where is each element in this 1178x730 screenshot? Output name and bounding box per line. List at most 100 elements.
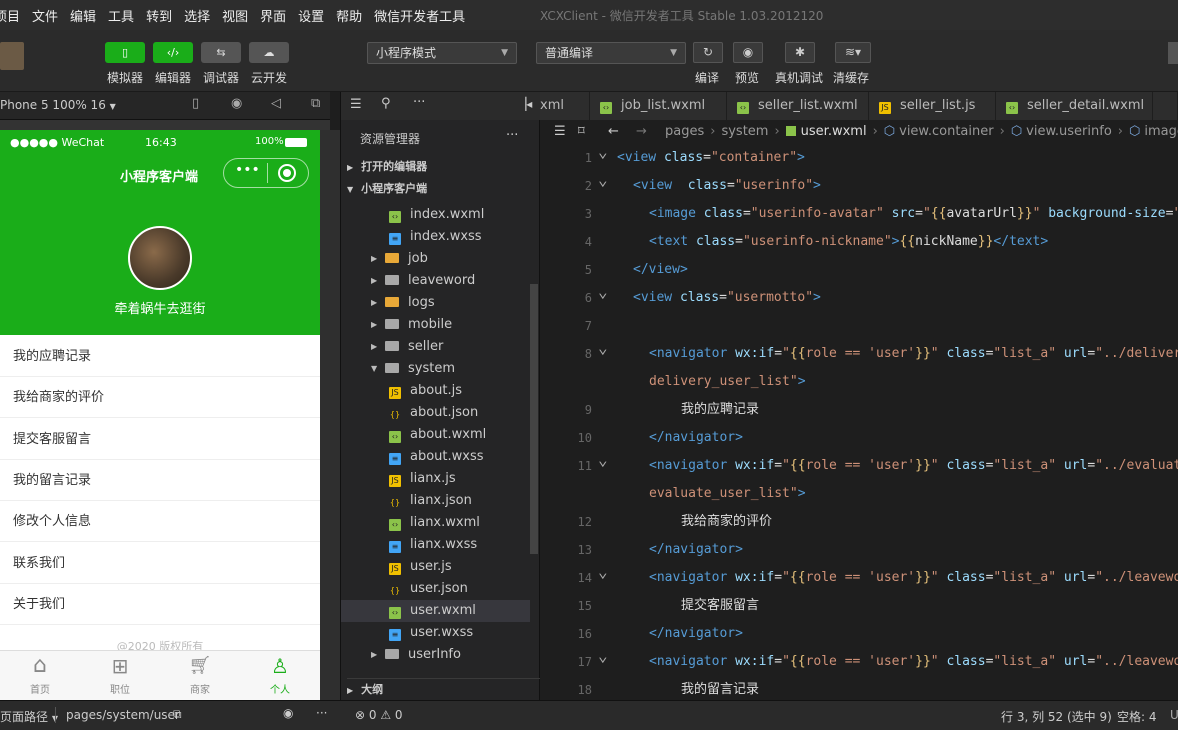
tree-file[interactable]: ≡ lianx.wxss: [341, 534, 530, 556]
more-button[interactable]: [1168, 42, 1178, 64]
menu-item[interactable]: 转到: [146, 6, 172, 25]
mode-select[interactable]: 小程序模式 ▼: [367, 42, 517, 64]
menu-item[interactable]: 项目: [0, 6, 20, 25]
project-section[interactable]: ▼ 小程序客户端: [347, 178, 427, 200]
tree-file[interactable]: JS user.js: [341, 556, 530, 578]
breadcrumb-item[interactable]: system: [721, 124, 768, 139]
more-dots-icon[interactable]: •••: [235, 162, 260, 178]
tab-merchant[interactable]: 🛒︎ 商家: [160, 651, 240, 700]
tree-file[interactable]: ‹› user.wxml: [341, 600, 530, 622]
editor-tab[interactable]: xml: [540, 92, 590, 120]
menu-item[interactable]: 设置: [298, 6, 324, 25]
more-icon[interactable]: ···: [316, 706, 327, 720]
debugger-button[interactable]: ⇆: [201, 42, 241, 63]
menu-item[interactable]: 帮助: [336, 6, 362, 25]
fold-chevron-icon[interactable]: ⌄: [598, 278, 608, 306]
tree-folder[interactable]: ▶ logs: [341, 292, 530, 314]
scrollbar[interactable]: [530, 284, 538, 554]
eye-icon[interactable]: ◉: [283, 706, 293, 720]
profile-menu-item[interactable]: 联系我们: [0, 542, 320, 584]
record-icon[interactable]: ◉: [231, 96, 242, 111]
page-path-label[interactable]: 页面路径 ▼: [0, 708, 58, 725]
profile-menu-item[interactable]: 修改个人信息: [0, 501, 320, 543]
tree-file[interactable]: ‹› index.wxml: [341, 204, 530, 226]
tree-folder[interactable]: ▶ userInfo: [341, 644, 530, 666]
menu-item[interactable]: 文件: [32, 6, 58, 25]
tree-folder[interactable]: ▶ leaveword: [341, 270, 530, 292]
indent-setting[interactable]: 空格: 4: [1117, 708, 1157, 725]
compile-mode-select[interactable]: 普通编译 ▼: [536, 42, 686, 64]
fold-chevron-icon[interactable]: ⌄: [598, 138, 608, 166]
tree-file[interactable]: ≡ index.wxss: [341, 226, 530, 248]
simulator-button[interactable]: ▯: [105, 42, 145, 63]
profile-menu-item[interactable]: 我给商家的评价: [0, 377, 320, 419]
menu-item[interactable]: 微信开发者工具: [374, 6, 465, 25]
menu-item[interactable]: 编辑: [70, 6, 96, 25]
profile-menu-item[interactable]: 我的应聘记录: [0, 336, 320, 377]
phone-icon[interactable]: ▯: [192, 96, 199, 111]
volume-icon[interactable]: ◁: [271, 96, 281, 111]
search-icon[interactable]: ⚲: [381, 96, 391, 111]
profile-menu-item[interactable]: 提交客服留言: [0, 418, 320, 460]
tab-profile[interactable]: ♙ 个人: [240, 651, 320, 700]
tree-folder[interactable]: ▼ system: [341, 358, 530, 380]
list-icon[interactable]: ☰: [350, 97, 362, 112]
collapse-icon[interactable]: ▕◂: [517, 97, 532, 111]
fold-chevron-icon[interactable]: ⌄: [598, 642, 608, 670]
editor-tab[interactable]: ‹› job_list.wxml: [590, 92, 727, 120]
outline-section[interactable]: ▶ 大纲: [347, 678, 541, 700]
tab-jobs[interactable]: ⊞ 职位: [80, 651, 160, 700]
bookmark-icon[interactable]: ⌑: [578, 120, 585, 144]
menu-item[interactable]: 选择: [184, 6, 210, 25]
list-icon[interactable]: ☰: [554, 120, 566, 144]
tree-file[interactable]: {} lianx.json: [341, 490, 530, 512]
explorer-more-icon[interactable]: ···: [506, 128, 518, 143]
tree-folder[interactable]: ▶ job: [341, 248, 530, 270]
detach-icon[interactable]: ⧉: [311, 96, 320, 111]
fold-chevron-icon[interactable]: ⌄: [598, 334, 608, 362]
device-select[interactable]: Phone 5 100% 16 ▼: [0, 98, 116, 112]
code-area[interactable]: 1 ⌄ <view class="container"> 2 ⌄ <view class=…: [540, 142, 1178, 700]
breadcrumb-item[interactable]: pages: [665, 124, 704, 139]
tree-folder[interactable]: ▶ mobile: [341, 314, 530, 336]
editor-button[interactable]: ‹/›: [153, 42, 193, 63]
breadcrumb-item[interactable]: view.userinfo: [1026, 124, 1112, 139]
breadcrumb-item[interactable]: view.container: [899, 124, 993, 139]
editor-tab[interactable]: ‹› seller_detail.wxml: [996, 92, 1153, 120]
profile-menu-item[interactable]: 关于我们: [0, 583, 320, 625]
breadcrumb-item[interactable]: user.wxml: [801, 124, 867, 139]
device-debug-button[interactable]: ✱: [785, 42, 815, 63]
open-editors-section[interactable]: ▶ 打开的编辑器: [347, 156, 427, 178]
menu-item[interactable]: 界面: [260, 6, 286, 25]
cursor-position[interactable]: 行 3, 列 52 (选中 9): [1001, 708, 1112, 725]
tree-file[interactable]: ≡ user.wxss: [341, 622, 530, 644]
menu-item[interactable]: 工具: [108, 6, 134, 25]
close-target-icon[interactable]: [278, 164, 296, 182]
status-more[interactable]: U: [1170, 708, 1178, 722]
menu-item[interactable]: 视图: [222, 6, 248, 25]
more-icon[interactable]: ···: [413, 95, 425, 110]
editor-tab-overflow[interactable]: [1153, 92, 1178, 120]
fold-chevron-icon[interactable]: ⌄: [598, 558, 608, 586]
avatar[interactable]: [128, 226, 192, 290]
forward-icon[interactable]: →: [636, 120, 647, 144]
cloud-button[interactable]: ☁: [249, 42, 289, 63]
tree-file[interactable]: JS about.js: [341, 380, 530, 402]
preview-button[interactable]: ◉: [733, 42, 763, 63]
project-avatar[interactable]: [0, 42, 24, 70]
fold-chevron-icon[interactable]: ⌄: [598, 166, 608, 194]
tree-folder[interactable]: ▶ seller: [341, 336, 530, 358]
editor-tab[interactable]: JS seller_list.js: [869, 92, 996, 120]
back-icon[interactable]: ←: [608, 120, 619, 144]
editor-tab[interactable]: ‹› seller_list.wxml: [727, 92, 869, 120]
problems-count[interactable]: ⊗ 0 ⚠ 0: [355, 708, 403, 722]
tab-home[interactable]: ⌂ 首页: [0, 651, 80, 700]
copy-icon[interactable]: ⧉: [173, 707, 182, 722]
tree-file[interactable]: {} user.json: [341, 578, 530, 600]
tree-file[interactable]: JS lianx.js: [341, 468, 530, 490]
profile-menu-item[interactable]: 我的留言记录: [0, 459, 320, 501]
tree-file[interactable]: ‹› about.wxml: [341, 424, 530, 446]
compile-button[interactable]: ↻: [693, 42, 723, 63]
tree-file[interactable]: ‹› lianx.wxml: [341, 512, 530, 534]
clear-cache-button[interactable]: ≋▾: [835, 42, 871, 63]
